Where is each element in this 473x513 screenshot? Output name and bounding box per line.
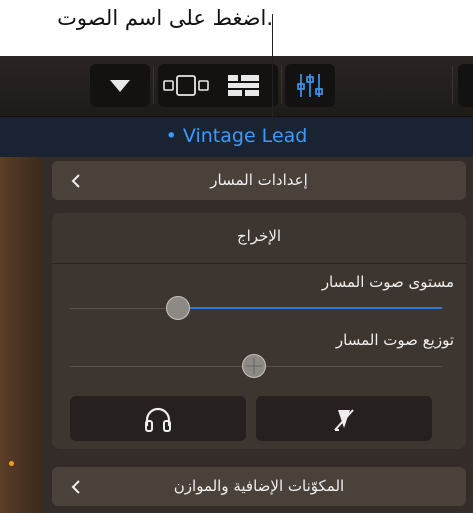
output-section: الإخراج مستوى صوت المسار توزيع صوت المسا… [52, 213, 466, 449]
tracks-view-icon[interactable] [158, 64, 218, 107]
tracks-list-icon[interactable] [218, 64, 278, 107]
toolbar-divider [281, 66, 282, 104]
plugins-eq-label: المكوّنات الإضافية والموازن [173, 477, 345, 495]
volume-slider-knob[interactable] [166, 296, 190, 320]
track-volume-label: مستوى صوت المسار [321, 273, 454, 291]
triangle-down-icon [110, 80, 130, 92]
callout-text: اضغط على اسم الصوت. [57, 6, 273, 30]
output-title: الإخراج [236, 227, 282, 245]
plugins-eq-header[interactable]: المكوّنات الإضافية والموازن [52, 467, 466, 506]
track-settings-header[interactable]: إعدادات المسار [52, 161, 466, 200]
solo-button[interactable] [70, 396, 246, 441]
track-pan-label: توزيع صوت المسار [335, 331, 454, 349]
speaker-muted-icon [334, 409, 354, 431]
volume-slider-fill [180, 307, 442, 309]
output-header: الإخراج [52, 213, 466, 264]
sliders-icon [297, 74, 323, 97]
patch-header: • Vintage Lead [0, 117, 473, 157]
dropdown-button[interactable] [90, 64, 150, 107]
toolbar-divider [153, 66, 154, 104]
patch-name-button[interactable]: • Vintage Lead [0, 125, 473, 147]
toolbar-edge-button[interactable] [458, 64, 473, 107]
track-settings-label: إعدادات المسار [210, 171, 308, 189]
toolbar-divider [452, 66, 453, 104]
callout-area: اضغط على اسم الصوت. [0, 0, 473, 56]
smart-controls-button[interactable] [285, 64, 335, 107]
app-window: • Vintage Lead إعدادات المسار الإخراج مس… [0, 56, 473, 513]
headphones-icon [145, 407, 171, 432]
inspector-panel: إعدادات المسار الإخراج مستوى صوت المسار … [42, 157, 473, 513]
pan-slider-knob[interactable] [242, 354, 266, 378]
tracks-area-edge [0, 157, 42, 513]
control-bar [0, 56, 473, 117]
pan-knob-marker [246, 358, 262, 374]
callout-leader-line [272, 14, 273, 132]
view-buttons [158, 64, 278, 107]
mute-button[interactable] [256, 396, 432, 441]
region-indicator [9, 461, 14, 466]
